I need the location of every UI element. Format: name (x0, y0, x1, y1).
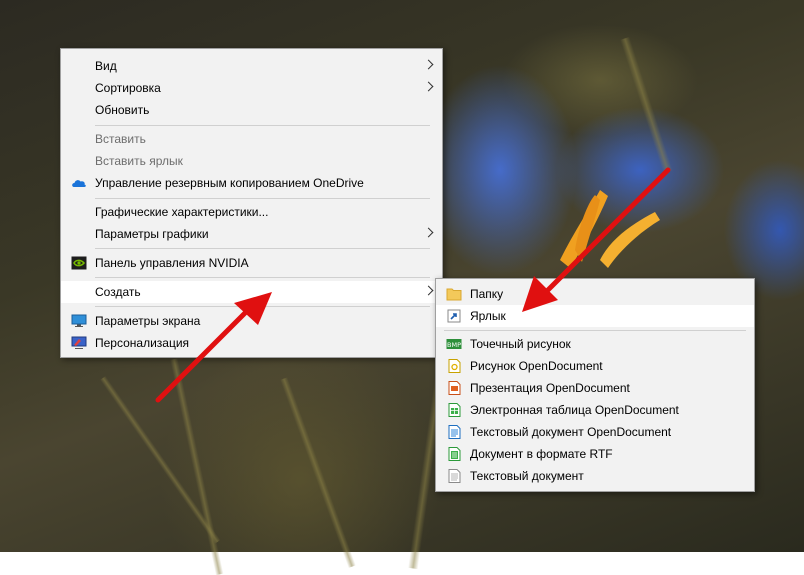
menu-item-paste: Вставить (61, 128, 442, 150)
menu-item-label: Графические характеристики... (95, 205, 269, 219)
submenu-item-rtf[interactable]: Документ в формате RTF (436, 443, 754, 465)
menu-item-label: Текстовый документ OpenDocument (470, 425, 672, 439)
menu-item-label: Точечный рисунок (470, 337, 571, 351)
menu-item-label: Презентация OpenDocument (470, 381, 630, 395)
display-settings-icon (71, 314, 87, 327)
chevron-right-icon (423, 227, 434, 238)
create-submenu: Папку Ярлык BMP Точечный рисунок Рисунок… (435, 278, 755, 492)
menu-item-paste-shortcut: Вставить ярлык (61, 150, 442, 172)
menu-item-graphics-options[interactable]: Параметры графики (61, 223, 442, 245)
menu-item-label: Создать (95, 285, 141, 299)
menu-item-sort[interactable]: Сортировка (61, 77, 442, 99)
submenu-item-folder[interactable]: Папку (436, 283, 754, 305)
submenu-item-bitmap[interactable]: BMP Точечный рисунок (436, 333, 754, 355)
menu-item-label: Вид (95, 59, 117, 73)
rtf-icon (448, 447, 461, 461)
menu-item-nvidia-control-panel[interactable]: Панель управления NVIDIA (61, 252, 442, 274)
submenu-item-odp[interactable]: Презентация OpenDocument (436, 377, 754, 399)
menu-item-refresh[interactable]: Обновить (61, 99, 442, 121)
bmp-icon: BMP (446, 339, 462, 349)
submenu-item-ods[interactable]: Электронная таблица OpenDocument (436, 399, 754, 421)
shortcut-icon (447, 309, 461, 323)
folder-icon (446, 288, 462, 301)
menu-item-label: Папку (470, 287, 504, 301)
chevron-right-icon (423, 285, 434, 296)
onedrive-cloud-icon (72, 180, 86, 187)
menu-item-create[interactable]: Создать (61, 281, 442, 303)
menu-item-label: Сортировка (95, 81, 161, 95)
desktop-context-menu: Вид Сортировка Обновить Вставить Вставит… (60, 48, 443, 358)
chevron-right-icon (423, 81, 434, 92)
menu-item-label: Вставить ярлык (95, 154, 183, 168)
menu-item-label: Параметры экрана (95, 314, 201, 328)
menu-item-personalization[interactable]: Персонализация (61, 332, 442, 354)
menu-item-label: Электронная таблица OpenDocument (470, 403, 679, 417)
menu-separator (95, 198, 430, 199)
odg-icon (448, 359, 461, 373)
menu-item-label: Вставить (95, 132, 146, 146)
submenu-item-odg[interactable]: Рисунок OpenDocument (436, 355, 754, 377)
menu-item-label: Обновить (95, 103, 150, 117)
menu-separator (95, 125, 430, 126)
nvidia-icon (71, 256, 87, 270)
odp-icon (448, 381, 461, 395)
menu-item-label: Ярлык (470, 309, 506, 323)
txt-icon (448, 469, 461, 483)
menu-separator (95, 248, 430, 249)
menu-item-label: Персонализация (95, 336, 190, 350)
menu-separator (95, 277, 430, 278)
ods-icon (448, 403, 461, 417)
menu-item-view[interactable]: Вид (61, 55, 442, 77)
menu-item-label: Документ в формате RTF (470, 447, 613, 461)
menu-item-graphics-properties[interactable]: Графические характеристики... (61, 201, 442, 223)
menu-item-label: Управление резервным копированием OneDri… (95, 176, 364, 190)
menu-item-label: Текстовый документ (470, 469, 584, 483)
menu-item-onedrive-backup[interactable]: Управление резервным копированием OneDri… (61, 172, 442, 194)
odt-icon (448, 425, 461, 439)
menu-item-display-settings[interactable]: Параметры экрана (61, 310, 442, 332)
submenu-item-odt[interactable]: Текстовый документ OpenDocument (436, 421, 754, 443)
personalization-icon (71, 336, 87, 349)
svg-text:BMP: BMP (447, 341, 461, 349)
chevron-right-icon (423, 59, 434, 70)
submenu-item-text-document[interactable]: Текстовый документ (436, 465, 754, 487)
menu-separator (95, 306, 430, 307)
menu-item-label: Рисунок OpenDocument (470, 359, 603, 373)
menu-item-label: Параметры графики (95, 227, 209, 241)
submenu-item-shortcut[interactable]: Ярлык (436, 305, 754, 327)
menu-item-label: Панель управления NVIDIA (95, 256, 249, 270)
menu-separator (444, 330, 746, 331)
